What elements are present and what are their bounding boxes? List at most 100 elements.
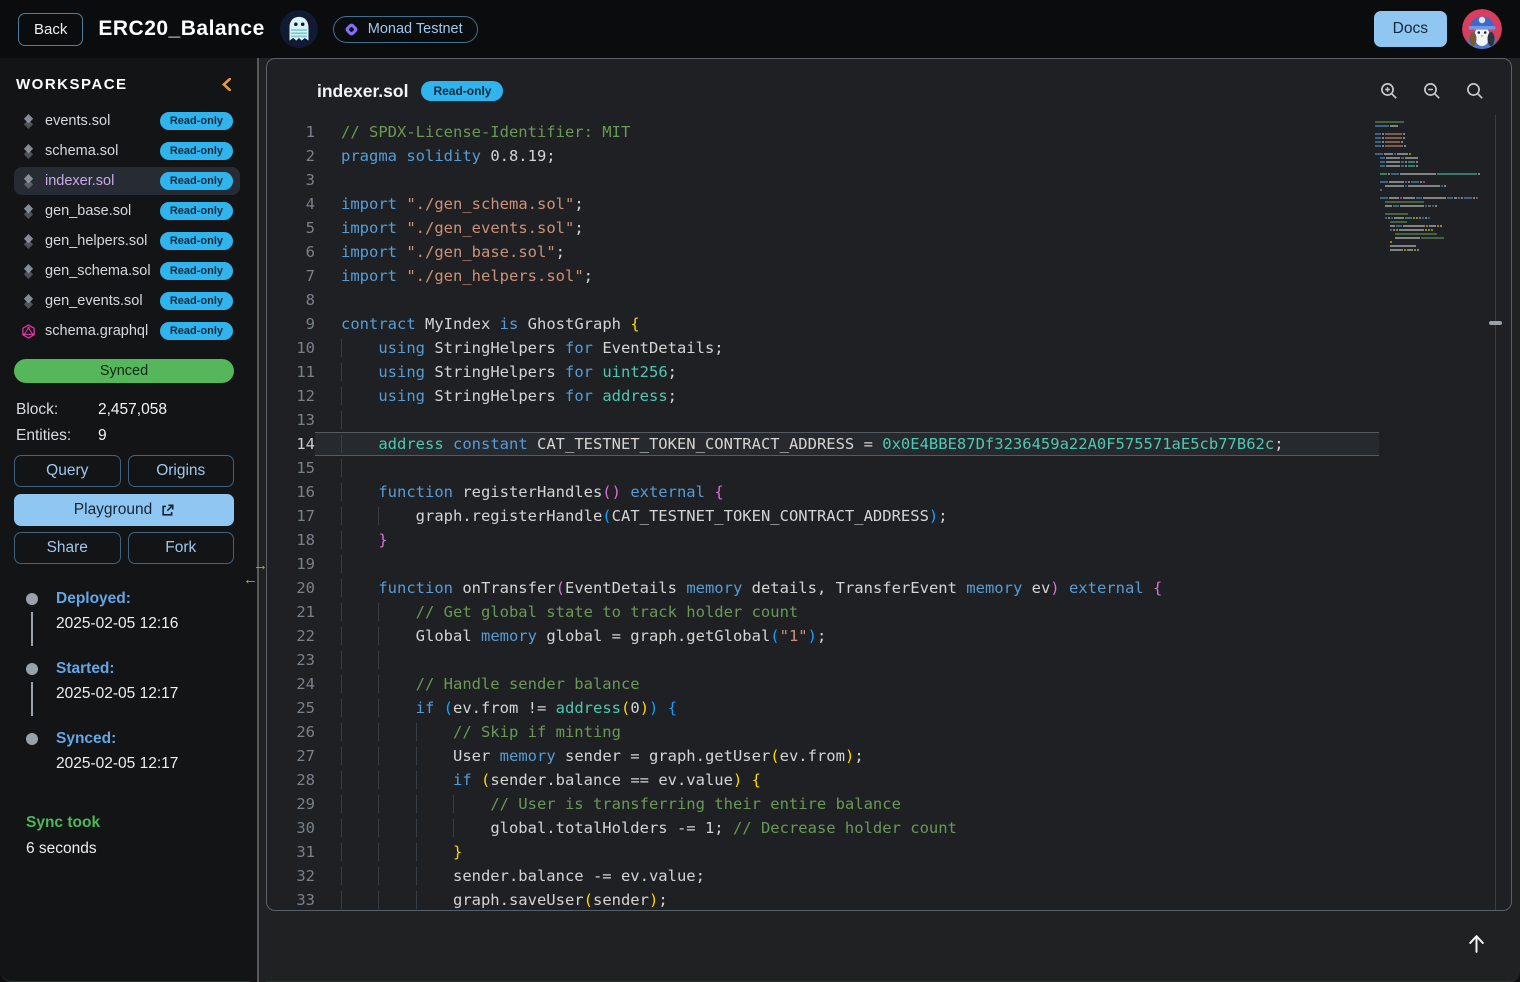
code-text <box>315 648 1379 672</box>
code-line[interactable]: 3 <box>267 168 1511 192</box>
file-item[interactable]: schema.graphqlRead-only <box>14 317 240 345</box>
scrollbar-track[interactable] <box>1495 115 1496 910</box>
solidity-icon <box>21 174 36 189</box>
code-line[interactable]: 26 // Skip if minting <box>267 720 1511 744</box>
code-text: using StringHelpers for uint256; <box>315 360 1379 384</box>
code-text: if (ev.from != address(0)) { <box>315 696 1379 720</box>
file-item[interactable]: indexer.solRead-only <box>14 167 240 195</box>
line-number: 13 <box>267 408 315 432</box>
code-line[interactable]: 20 function onTransfer(EventDetails memo… <box>267 576 1511 600</box>
code-line[interactable]: 33 graph.saveUser(sender); <box>267 888 1511 910</box>
line-number: 15 <box>267 456 315 480</box>
code-line[interactable]: 7import "./gen_helpers.sol"; <box>267 264 1511 288</box>
code-line[interactable]: 8 <box>267 288 1511 312</box>
code-text: function onTransfer(EventDetails memory … <box>315 576 1379 600</box>
file-item[interactable]: gen_helpers.solRead-only <box>14 227 240 255</box>
code-line[interactable]: 1// SPDX-License-Identifier: MIT <box>267 120 1511 144</box>
playground-button[interactable]: Playground <box>14 494 234 526</box>
sync-took-label: Sync took <box>26 814 240 832</box>
solidity-icon <box>21 294 36 309</box>
line-number: 32 <box>267 864 315 888</box>
code-line[interactable]: 29 // User is transferring their entire … <box>267 792 1511 816</box>
file-item[interactable]: schema.solRead-only <box>14 137 240 165</box>
line-number: 31 <box>267 840 315 864</box>
query-button[interactable]: Query <box>14 455 121 487</box>
code-text: graph.registerHandle(CAT_TESTNET_TOKEN_C… <box>315 504 1379 528</box>
network-badge[interactable]: Monad Testnet <box>333 16 478 43</box>
back-button[interactable]: Back <box>18 13 83 46</box>
code-line[interactable]: 5import "./gen_events.sol"; <box>267 216 1511 240</box>
editor-filename: indexer.sol <box>317 81 408 102</box>
timeline-item: Synced:2025-02-05 12:17 <box>26 730 240 800</box>
code-text: // SPDX-License-Identifier: MIT <box>315 120 1379 144</box>
code-line[interactable]: 32 sender.balance -= ev.value; <box>267 864 1511 888</box>
code-line[interactable]: 23 <box>267 648 1511 672</box>
zoom-out-icon[interactable] <box>1422 81 1442 101</box>
code-line[interactable]: 28 if (sender.balance == ev.value) { <box>267 768 1511 792</box>
collapse-chevron-icon[interactable] <box>219 76 234 93</box>
line-number: 25 <box>267 696 315 720</box>
timeline: Deployed:2025-02-05 12:16Started:2025-02… <box>26 590 240 800</box>
timeline-item: Deployed:2025-02-05 12:16 <box>26 590 240 660</box>
minimap[interactable] <box>1375 121 1485 251</box>
docs-button[interactable]: Docs <box>1374 11 1447 47</box>
file-name: gen_schema.sol <box>45 263 151 279</box>
code-text: if (sender.balance == ev.value) { <box>315 768 1379 792</box>
file-item[interactable]: gen_base.solRead-only <box>14 197 240 225</box>
code-text: graph.saveUser(sender); <box>315 888 1379 910</box>
code-line[interactable]: 13 <box>267 408 1511 432</box>
file-item[interactable]: events.solRead-only <box>14 107 240 135</box>
zoom-in-icon[interactable] <box>1379 81 1399 101</box>
code-line[interactable]: 31 } <box>267 840 1511 864</box>
code-line[interactable]: 16 function registerHandles() external { <box>267 480 1511 504</box>
line-number: 20 <box>267 576 315 600</box>
scroll-to-top-button[interactable] <box>1466 933 1487 954</box>
code-line[interactable]: 11 using StringHelpers for uint256; <box>267 360 1511 384</box>
code-line[interactable]: 19 <box>267 552 1511 576</box>
code-line[interactable]: 27 User memory sender = graph.getUser(ev… <box>267 744 1511 768</box>
fork-button[interactable]: Fork <box>128 532 235 564</box>
code-line[interactable]: 22 Global memory global = graph.getGloba… <box>267 624 1511 648</box>
scrollbar-thumb[interactable] <box>1489 321 1502 325</box>
origins-button[interactable]: Origins <box>128 455 235 487</box>
top-bar: Back ERC20_Balance Monad Testnet Docs <box>0 0 1520 58</box>
code-line[interactable]: 12 using StringHelpers for address; <box>267 384 1511 408</box>
readonly-badge: Read-only <box>160 202 233 220</box>
file-name: indexer.sol <box>45 173 114 189</box>
code-line[interactable]: 10 using StringHelpers for EventDetails; <box>267 336 1511 360</box>
share-button[interactable]: Share <box>14 532 121 564</box>
sync-status-pill: Synced <box>14 359 234 383</box>
file-name: gen_events.sol <box>45 293 143 309</box>
code-line[interactable]: 4import "./gen_schema.sol"; <box>267 192 1511 216</box>
code-line[interactable]: 30 global.totalHolders -= 1; // Decrease… <box>267 816 1511 840</box>
timeline-dot-icon <box>26 733 38 745</box>
code-text: User memory sender = graph.getUser(ev.fr… <box>315 744 1379 768</box>
code-text: // Handle sender balance <box>315 672 1379 696</box>
code-text: import "./gen_helpers.sol"; <box>315 264 1379 288</box>
search-icon[interactable] <box>1465 81 1485 101</box>
code-line[interactable]: 15 <box>267 456 1511 480</box>
file-item[interactable]: gen_schema.solRead-only <box>14 257 240 285</box>
code-line[interactable]: 25 if (ev.from != address(0)) { <box>267 696 1511 720</box>
code-line[interactable]: 18 } <box>267 528 1511 552</box>
user-avatar[interactable] <box>1462 9 1502 49</box>
timeline-time: 2025-02-05 12:16 <box>56 615 240 633</box>
code-text: address constant CAT_TESTNET_TOKEN_CONTR… <box>315 432 1379 456</box>
network-label: Monad Testnet <box>368 21 463 37</box>
code-text: // Get global state to track holder coun… <box>315 600 1379 624</box>
code-line[interactable]: 14 address constant CAT_TESTNET_TOKEN_CO… <box>267 432 1511 456</box>
file-item[interactable]: gen_events.solRead-only <box>14 287 240 315</box>
code-line[interactable]: 17 graph.registerHandle(CAT_TESTNET_TOKE… <box>267 504 1511 528</box>
code-viewport: 1// SPDX-License-Identifier: MIT2pragma … <box>267 115 1511 910</box>
code-line[interactable]: 24 // Handle sender balance <box>267 672 1511 696</box>
bottom-strip <box>266 911 1512 981</box>
code-line[interactable]: 9contract MyIndex is GhostGraph { <box>267 312 1511 336</box>
line-number: 11 <box>267 360 315 384</box>
code-line[interactable]: 6import "./gen_base.sol"; <box>267 240 1511 264</box>
line-number: 12 <box>267 384 315 408</box>
code-line[interactable]: 21 // Get global state to track holder c… <box>267 600 1511 624</box>
panel-resize-handle[interactable]: → ← <box>250 58 266 982</box>
file-name: schema.sol <box>45 143 118 159</box>
code-line[interactable]: 2pragma solidity 0.8.19; <box>267 144 1511 168</box>
timeline-connector <box>31 682 33 716</box>
